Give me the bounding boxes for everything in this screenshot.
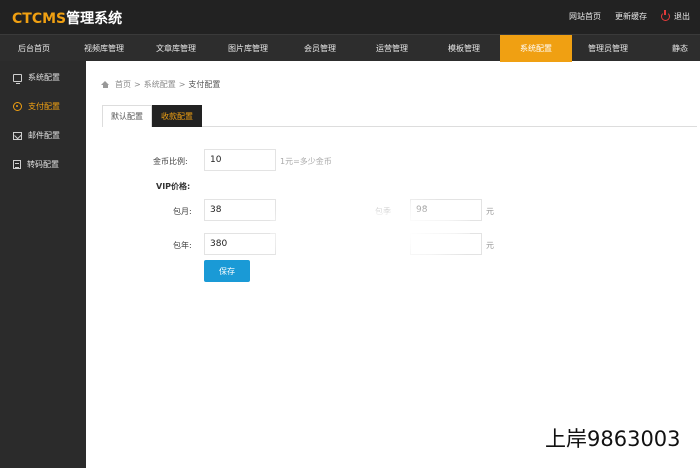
watermark-text: 上岸9863003 [545, 427, 681, 451]
breadcrumb-parent[interactable]: 系统配置 [144, 79, 176, 90]
nav-item-admin[interactable]: 管理员管理 [572, 35, 644, 61]
power-icon [661, 10, 670, 21]
sidebar-item-label: 系统配置 [28, 73, 60, 82]
main-nav: 后台首页 视频库管理 文章库管理 图片库管理 会员管理 运营管理 模板管理 系统… [0, 34, 700, 62]
breadcrumb-separator: > [178, 80, 186, 89]
tab-payment-config[interactable]: 收款配置 [152, 105, 202, 127]
sidebar-item-system[interactable]: 系统配置 [0, 63, 86, 92]
nav-item-image[interactable]: 图片库管理 [212, 35, 284, 61]
coin-ratio-input[interactable] [204, 149, 276, 171]
nav-item-member[interactable]: 会员管理 [284, 35, 356, 61]
breadcrumb: 首页 > 系统配置 > 支付配置 [101, 79, 220, 90]
nav-item-system[interactable]: 系统配置 [500, 35, 572, 62]
sidebar-item-label: 支付配置 [28, 102, 60, 111]
monthly-label: 包月: [173, 207, 192, 216]
yearly-unit: 元 [486, 241, 494, 250]
yearly-label: 包年: [173, 241, 192, 250]
monitor-icon [13, 73, 22, 84]
logo-suffix: 管理系统 [66, 11, 123, 27]
coin-icon [13, 102, 22, 111]
quarterly-unit: 元 [486, 207, 494, 216]
sidebar-item-label: 邮件配置 [28, 131, 60, 140]
coin-ratio-hint: 1元=多少金币 [280, 157, 332, 166]
yearly-price-input[interactable] [204, 233, 276, 255]
sidebar-item-label: 转码配置 [27, 160, 59, 169]
app-logo[interactable]: CTCMS管理系统 [12, 8, 122, 28]
mail-icon [13, 131, 22, 140]
nav-item-operation[interactable]: 运营管理 [356, 35, 428, 61]
logout-link[interactable]: 退出 [661, 10, 690, 22]
sidebar-item-mail[interactable]: 邮件配置 [0, 121, 86, 150]
logo-brand: CTCMS [12, 11, 67, 27]
sidebar: 系统配置 支付配置 邮件配置 转码配置 [0, 61, 86, 468]
tab-default-config[interactable]: 默认配置 [102, 105, 152, 127]
sidebar-item-payment[interactable]: 支付配置 [0, 92, 86, 121]
nav-item-dashboard[interactable]: 后台首页 [0, 35, 68, 61]
sidebar-item-transcode[interactable]: 转码配置 [0, 150, 86, 179]
nav-item-template[interactable]: 模板管理 [428, 35, 500, 61]
coin-ratio-label: 金币比例: [153, 157, 188, 166]
document-icon [13, 160, 21, 169]
nav-item-video[interactable]: 视频库管理 [68, 35, 140, 61]
update-cache-link[interactable]: 更新缓存 [615, 11, 647, 22]
save-button[interactable]: 保存 [204, 260, 250, 282]
vip-price-title: VIP价格: [156, 182, 191, 191]
top-header: CTCMS管理系统 网站首页 更新缓存 退出 [0, 0, 700, 34]
monthly-price-input[interactable] [204, 199, 276, 221]
blur-overlay [270, 195, 470, 270]
config-tabs: 默认配置 收款配置 [102, 105, 697, 127]
site-home-link[interactable]: 网站首页 [569, 11, 601, 22]
nav-item-static[interactable]: 静态 [644, 35, 700, 61]
breadcrumb-separator: > [134, 80, 141, 89]
header-links: 网站首页 更新缓存 退出 [569, 10, 690, 22]
logout-label: 退出 [674, 12, 690, 21]
breadcrumb-home[interactable]: 首页 [115, 79, 131, 90]
breadcrumb-current: 支付配置 [188, 80, 221, 89]
nav-item-article[interactable]: 文章库管理 [140, 35, 212, 61]
home-icon [101, 81, 110, 88]
